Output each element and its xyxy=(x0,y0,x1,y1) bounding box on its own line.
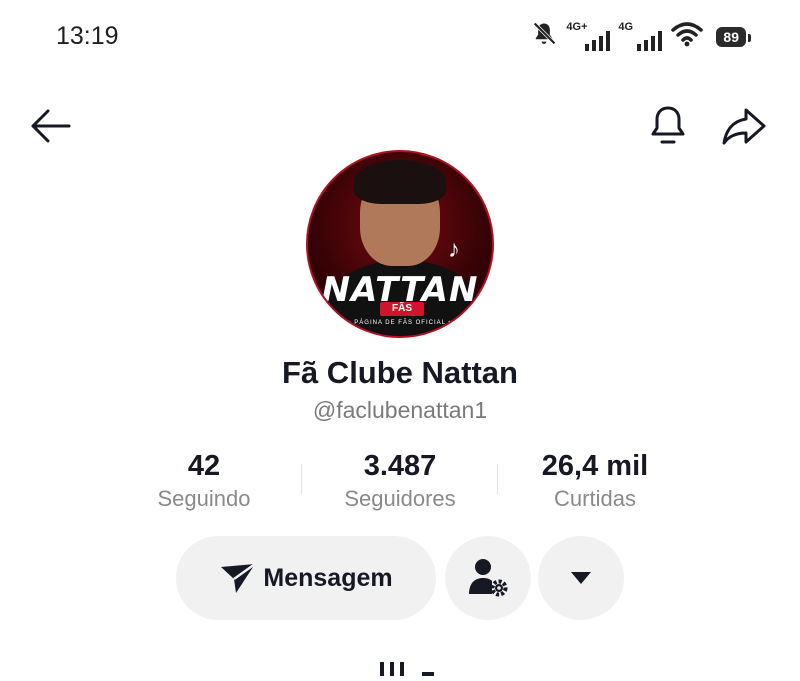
stat-following[interactable]: 42 Seguindo xyxy=(114,448,294,514)
profile-handle: @faclubenattan1 xyxy=(312,397,488,423)
message-button-label: Mensagem xyxy=(263,563,393,592)
muted-bell-icon xyxy=(530,20,558,53)
signal-icon: 4G xyxy=(618,20,663,51)
network-type-label: 4G xyxy=(618,20,634,33)
message-button[interactable]: Mensagem xyxy=(176,536,436,620)
caret-down-icon xyxy=(571,572,591,584)
signal-icon: 4G+ xyxy=(566,20,611,51)
arrow-left-icon xyxy=(31,109,71,143)
wifi-icon xyxy=(670,20,704,53)
bell-icon xyxy=(651,106,685,144)
stat-value: 42 xyxy=(187,450,221,482)
battery-icon: 89 xyxy=(716,26,751,47)
profile-actions: Mensagem xyxy=(0,536,800,620)
profile-name: Fã Clube Nattan xyxy=(282,355,518,390)
divider xyxy=(497,464,498,494)
share-button[interactable] xyxy=(718,102,770,150)
stat-label: Seguindo xyxy=(157,486,251,511)
profile-stats: 42 Seguindo 3.487 Seguidores 26,4 mil Cu… xyxy=(0,448,800,518)
send-icon xyxy=(221,562,257,593)
divider xyxy=(301,464,302,494)
profile-avatar[interactable]: ♪ NATTAN FÃS • PÁGINA DE FÃS OFICIAL • xyxy=(306,150,494,338)
network-type-label: 4G+ xyxy=(566,20,588,33)
grid-tab-icon[interactable] xyxy=(380,660,440,676)
avatar-brand-sub: FÃS xyxy=(380,302,424,316)
notification-bell-button[interactable] xyxy=(644,102,692,150)
tiktok-logo-icon: ♪ xyxy=(448,236,460,263)
status-time: 13:19 xyxy=(56,22,119,50)
more-options-button[interactable] xyxy=(538,536,624,620)
stat-label: Curtidas xyxy=(554,486,636,511)
stat-value: 3.487 xyxy=(363,450,437,482)
stat-value: 26,4 mil xyxy=(541,450,649,482)
back-button[interactable] xyxy=(28,106,74,146)
stat-likes[interactable]: 26,4 mil Curtidas xyxy=(505,448,685,514)
user-settings-button[interactable] xyxy=(445,536,531,620)
stat-label: Seguidores xyxy=(344,486,456,511)
stat-followers[interactable]: 3.487 Seguidores xyxy=(310,448,490,514)
status-icons: 4G+ 4G 89 xyxy=(530,20,751,53)
top-nav xyxy=(0,96,800,156)
status-bar: 13:19 4G+ 4G 89 xyxy=(0,0,800,76)
user-gear-icon xyxy=(469,559,508,597)
avatar-tagline: • PÁGINA DE FÃS OFICIAL • xyxy=(348,320,452,326)
share-arrow-icon xyxy=(722,108,766,145)
